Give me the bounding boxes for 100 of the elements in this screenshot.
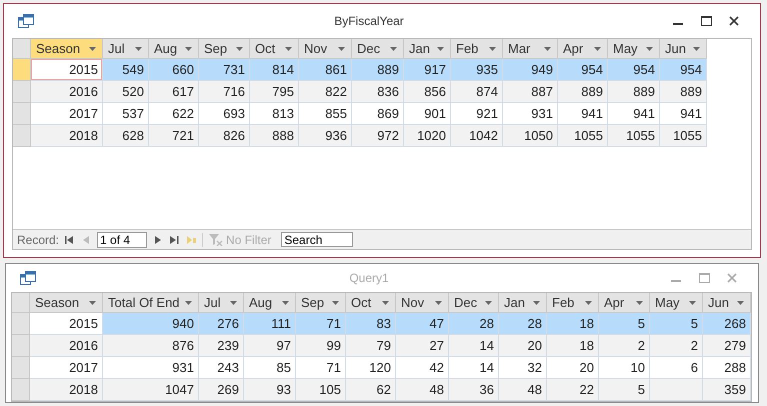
record-position-field[interactable]: 1 of 4 bbox=[97, 232, 148, 248]
column-header[interactable]: May bbox=[650, 293, 703, 313]
row-selector[interactable] bbox=[12, 335, 30, 357]
table-cell: 1055 bbox=[558, 125, 608, 147]
table-cell: 6 bbox=[650, 357, 703, 379]
table-cell: 28 bbox=[499, 313, 547, 335]
table-cell: 716 bbox=[199, 81, 250, 103]
window-title: Query1 bbox=[348, 271, 390, 285]
table-cell: 855 bbox=[299, 103, 352, 125]
row-selector[interactable] bbox=[13, 103, 31, 125]
table-cell: 18 bbox=[547, 335, 599, 357]
table-cell: 941 bbox=[660, 103, 707, 125]
table-cell: 1042 bbox=[451, 125, 503, 147]
table-cell: 876 bbox=[103, 335, 199, 357]
table-cell: 520 bbox=[103, 81, 149, 103]
column-header[interactable]: Feb bbox=[547, 293, 599, 313]
select-all-corner[interactable] bbox=[13, 39, 31, 59]
table-cell: 874 bbox=[451, 81, 503, 103]
caret-icon bbox=[636, 300, 643, 304]
table-cell: 105 bbox=[296, 379, 346, 401]
table-cell: 48 bbox=[396, 379, 449, 401]
row-selector[interactable] bbox=[13, 59, 31, 81]
table-cell: 1055 bbox=[660, 125, 707, 147]
column-header[interactable]: Season bbox=[31, 39, 103, 59]
table-cell: 917 bbox=[404, 59, 451, 81]
column-header[interactable]: Jul bbox=[199, 293, 244, 313]
table-cell: 99 bbox=[296, 335, 346, 357]
column-header[interactable]: Nov bbox=[396, 293, 449, 313]
table-cell: 1055 bbox=[608, 125, 660, 147]
column-header[interactable]: Sep bbox=[199, 39, 250, 59]
table-cell: 2015 bbox=[30, 313, 103, 335]
maximize-icon[interactable] bbox=[700, 16, 712, 26]
caret-icon bbox=[89, 46, 96, 50]
row-selector[interactable] bbox=[13, 125, 31, 147]
column-header[interactable]: Dec bbox=[449, 293, 499, 313]
column-header[interactable]: Apr bbox=[558, 39, 608, 59]
table-cell: 856 bbox=[404, 81, 451, 103]
table-cell: 826 bbox=[199, 125, 250, 147]
column-header[interactable]: Feb bbox=[451, 39, 503, 59]
column-header[interactable]: Mar bbox=[503, 39, 558, 59]
column-header[interactable]: May bbox=[608, 39, 660, 59]
column-header[interactable]: Season bbox=[30, 293, 103, 313]
table-cell: 814 bbox=[250, 59, 299, 81]
select-all-corner[interactable] bbox=[12, 293, 30, 313]
column-header[interactable]: Jan bbox=[499, 293, 547, 313]
table-icon bbox=[20, 271, 36, 285]
table-cell: 2018 bbox=[31, 125, 103, 147]
column-header[interactable]: Sep bbox=[296, 293, 346, 313]
caret-icon bbox=[135, 46, 142, 50]
row-selector[interactable] bbox=[12, 379, 30, 401]
table-cell: 901 bbox=[404, 103, 451, 125]
column-header[interactable]: Nov bbox=[299, 39, 352, 59]
table-cell: 795 bbox=[250, 81, 299, 103]
column-header[interactable]: Aug bbox=[149, 39, 199, 59]
row-selector[interactable] bbox=[12, 313, 30, 335]
table-cell: 5 bbox=[599, 313, 650, 335]
caret-icon bbox=[544, 46, 551, 50]
table-cell bbox=[650, 379, 703, 401]
column-header[interactable]: Total Of End bbox=[103, 293, 199, 313]
row-selector[interactable] bbox=[12, 357, 30, 379]
caret-icon bbox=[693, 46, 700, 50]
row-selector[interactable] bbox=[13, 81, 31, 103]
table-cell: 537 bbox=[103, 103, 149, 125]
table-cell: 622 bbox=[149, 103, 199, 125]
column-header[interactable]: Aug bbox=[244, 293, 296, 313]
table-cell: 5 bbox=[650, 313, 703, 335]
table-cell: 940 bbox=[103, 313, 199, 335]
column-header[interactable]: Oct bbox=[346, 293, 396, 313]
table-cell: 931 bbox=[503, 103, 558, 125]
table-cell: 288 bbox=[703, 357, 751, 379]
table-cell: 693 bbox=[199, 103, 250, 125]
table-cell: 27 bbox=[396, 335, 449, 357]
column-header[interactable]: Dec bbox=[352, 39, 404, 59]
table-cell: 93 bbox=[244, 379, 296, 401]
table-cell: 5 bbox=[599, 379, 650, 401]
table-cell: 268 bbox=[703, 313, 751, 335]
table-cell: 889 bbox=[660, 81, 707, 103]
table-cell: 10 bbox=[599, 357, 650, 379]
table-cell: 120 bbox=[346, 357, 396, 379]
table-cell: 20 bbox=[547, 357, 599, 379]
table-cell: 549 bbox=[103, 59, 149, 81]
table-cell: 1047 bbox=[103, 379, 199, 401]
table-cell: 949 bbox=[503, 59, 558, 81]
table-cell: 14 bbox=[449, 335, 499, 357]
table-cell: 71 bbox=[296, 357, 346, 379]
column-header[interactable]: Jan bbox=[404, 39, 451, 59]
caret-icon bbox=[533, 300, 540, 304]
table-cell: 36 bbox=[449, 379, 499, 401]
column-header[interactable]: Jun bbox=[703, 293, 751, 313]
caret-icon bbox=[390, 46, 397, 50]
column-header[interactable]: Jun bbox=[660, 39, 707, 59]
table-cell: 85 bbox=[244, 357, 296, 379]
search-field[interactable]: Search bbox=[281, 232, 354, 247]
table-cell: 889 bbox=[608, 81, 660, 103]
column-header[interactable]: Oct bbox=[250, 39, 299, 59]
close-icon[interactable] bbox=[729, 16, 739, 26]
column-header[interactable]: Apr bbox=[599, 293, 650, 313]
table-cell: 2015 bbox=[31, 59, 103, 81]
table-cell: 97 bbox=[244, 335, 296, 357]
column-header[interactable]: Jul bbox=[103, 39, 149, 59]
